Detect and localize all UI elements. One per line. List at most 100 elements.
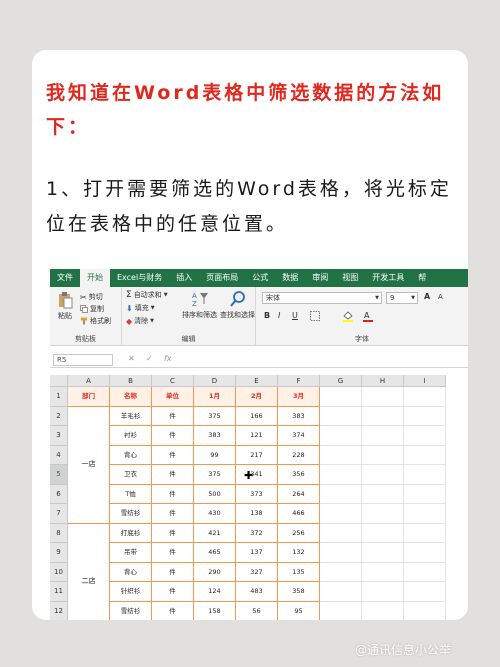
row-header[interactable]: 12 xyxy=(50,601,68,620)
empty-cell[interactable] xyxy=(404,387,446,407)
table-cell[interactable]: 135 xyxy=(278,562,320,582)
table-header-cell[interactable]: 部门 xyxy=(68,387,110,407)
table-cell[interactable]: 421 xyxy=(194,523,236,543)
empty-cell[interactable] xyxy=(404,406,446,426)
empty-cell[interactable] xyxy=(320,523,362,543)
empty-cell[interactable] xyxy=(404,445,446,465)
row-header[interactable]: 6 xyxy=(50,484,68,504)
tab-10[interactable]: 帮 xyxy=(411,269,433,287)
table-cell[interactable]: 256 xyxy=(278,523,320,543)
column-header[interactable]: B xyxy=(110,375,152,387)
row-header[interactable]: 9 xyxy=(50,543,68,563)
table-cell[interactable]: 465 xyxy=(194,543,236,563)
autosum-button[interactable]: Σ 自动求和 ▼ xyxy=(126,290,168,300)
shrink-font-button[interactable]: A xyxy=(438,293,443,301)
table-header-cell[interactable]: 名称 xyxy=(110,387,152,407)
table-cell[interactable]: 卫衣 xyxy=(110,465,152,485)
table-cell[interactable]: 217 xyxy=(236,445,278,465)
paste-button[interactable]: 粘贴 xyxy=(56,291,74,321)
empty-cell[interactable] xyxy=(362,426,404,446)
empty-cell[interactable] xyxy=(404,523,446,543)
function-icon[interactable]: fx xyxy=(164,354,172,363)
row-header[interactable]: 10 xyxy=(50,562,68,582)
cut-button[interactable]: ✂ 剪切 xyxy=(80,292,103,302)
table-cell[interactable]: 341 xyxy=(236,465,278,485)
table-cell[interactable]: 95 xyxy=(278,601,320,620)
empty-cell[interactable] xyxy=(362,523,404,543)
column-header[interactable]: I xyxy=(404,375,446,387)
table-cell[interactable]: 137 xyxy=(236,543,278,563)
empty-cell[interactable] xyxy=(404,543,446,563)
tab-8[interactable]: 视图 xyxy=(335,269,365,287)
column-header[interactable]: A xyxy=(68,375,110,387)
table-cell[interactable]: 件 xyxy=(152,543,194,563)
fill-button[interactable]: ⬇ 填充 ▼ xyxy=(126,303,155,313)
tab-3[interactable]: 插入 xyxy=(169,269,199,287)
table-cell[interactable]: 228 xyxy=(278,445,320,465)
table-cell[interactable]: 件 xyxy=(152,465,194,485)
table-cell[interactable]: 327 xyxy=(236,562,278,582)
column-header[interactable]: E xyxy=(236,375,278,387)
table-cell[interactable]: 483 xyxy=(236,582,278,602)
grow-font-button[interactable]: A xyxy=(424,292,430,301)
table-cell[interactable]: 500 xyxy=(194,484,236,504)
column-header[interactable]: C xyxy=(152,375,194,387)
select-all-corner[interactable] xyxy=(50,375,68,387)
table-cell[interactable]: 466 xyxy=(278,504,320,524)
empty-cell[interactable] xyxy=(320,445,362,465)
table-cell[interactable]: 383 xyxy=(278,406,320,426)
table-cell[interactable]: T恤 xyxy=(110,484,152,504)
table-cell[interactable]: 356 xyxy=(278,465,320,485)
table-cell[interactable]: 375 xyxy=(194,406,236,426)
empty-cell[interactable] xyxy=(404,601,446,620)
tab-9[interactable]: 开发工具 xyxy=(365,269,411,287)
column-header[interactable]: H xyxy=(362,375,404,387)
table-cell[interactable]: 雪纺衫 xyxy=(110,601,152,620)
empty-cell[interactable] xyxy=(320,406,362,426)
table-header-cell[interactable]: 单位 xyxy=(152,387,194,407)
table-cell[interactable]: 件 xyxy=(152,562,194,582)
department-cell[interactable]: 二店 xyxy=(68,523,110,620)
empty-cell[interactable] xyxy=(320,387,362,407)
row-header[interactable]: 1 xyxy=(50,387,68,407)
tab-0[interactable]: 文件 xyxy=(50,269,80,287)
table-header-cell[interactable]: 3月 xyxy=(278,387,320,407)
row-header[interactable]: 5 xyxy=(50,465,68,485)
table-cell[interactable]: 背心 xyxy=(110,562,152,582)
name-box[interactable]: R5 xyxy=(53,354,113,366)
borders-icon[interactable] xyxy=(310,311,320,321)
empty-cell[interactable] xyxy=(362,465,404,485)
tab-7[interactable]: 审阅 xyxy=(305,269,335,287)
table-cell[interactable]: 羊毛衫 xyxy=(110,406,152,426)
row-header[interactable]: 7 xyxy=(50,504,68,524)
row-header[interactable]: 11 xyxy=(50,582,68,602)
empty-cell[interactable] xyxy=(320,504,362,524)
empty-cell[interactable] xyxy=(362,562,404,582)
table-cell[interactable]: 件 xyxy=(152,445,194,465)
table-cell[interactable]: 121 xyxy=(236,426,278,446)
confirm-icon[interactable]: ✓ xyxy=(146,354,153,363)
table-header-cell[interactable]: 2月 xyxy=(236,387,278,407)
table-cell[interactable]: 375 xyxy=(194,465,236,485)
empty-cell[interactable] xyxy=(404,504,446,524)
tab-2[interactable]: Excel与财务 xyxy=(110,269,169,287)
row-header[interactable]: 4 xyxy=(50,445,68,465)
copy-button[interactable]: 复制 xyxy=(80,304,104,314)
table-cell[interactable]: 件 xyxy=(152,426,194,446)
column-header[interactable]: D xyxy=(194,375,236,387)
fill-color-icon[interactable] xyxy=(342,310,354,322)
empty-cell[interactable] xyxy=(362,504,404,524)
font-color-icon[interactable]: A xyxy=(362,310,374,322)
row-header[interactable]: 3 xyxy=(50,426,68,446)
column-header[interactable]: F xyxy=(278,375,320,387)
department-cell[interactable]: 一店 xyxy=(68,406,110,524)
empty-cell[interactable] xyxy=(404,562,446,582)
cancel-icon[interactable]: ✕ xyxy=(128,354,135,363)
empty-cell[interactable] xyxy=(320,465,362,485)
table-cell[interactable]: 件 xyxy=(152,582,194,602)
table-cell[interactable]: 158 xyxy=(194,601,236,620)
font-size-select[interactable]: 9 ▼ xyxy=(386,292,418,304)
empty-cell[interactable] xyxy=(404,484,446,504)
format-painter-button[interactable]: 格式刷 xyxy=(80,316,111,326)
table-cell[interactable]: 件 xyxy=(152,484,194,504)
